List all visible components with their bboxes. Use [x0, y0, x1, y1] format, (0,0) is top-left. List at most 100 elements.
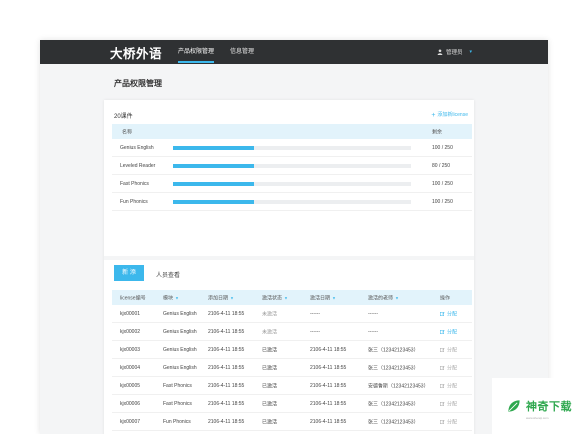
usage-progress-fill	[173, 182, 254, 186]
course-row: Fun Phonics 100 / 250	[112, 193, 472, 211]
usage-progress-fill	[173, 200, 254, 204]
license-added-date: 2106-4-11 18:55	[208, 400, 245, 407]
license-module: Genius English	[163, 310, 197, 317]
license-teacher: 张三（12342123453）	[368, 419, 419, 425]
course-remaining: 100 / 250	[432, 180, 453, 187]
license-code: kjx00004	[120, 364, 141, 371]
watermark: 神奇下载 www.shenqi.com	[492, 378, 586, 434]
header-remaining: 剩余	[432, 129, 443, 135]
course-table: 名称 剩余 Genius English 100 / 250 Leveled Rea…	[112, 124, 472, 211]
sort-down-icon: ▼	[395, 295, 399, 300]
header-status[interactable]: 激活状态 ▼	[262, 294, 288, 301]
course-name: Fast Phonics	[120, 180, 149, 187]
assign-label: 分配	[447, 347, 458, 353]
watermark-url: www.shenqi.com	[526, 416, 549, 420]
license-code: kjx00001	[120, 310, 141, 317]
nav-tab-product-permissions[interactable]: 产品权限管理	[178, 46, 215, 63]
sort-down-icon: ▼	[332, 295, 336, 300]
license-row: kjx00003 Genius English 2106-4-11 18:55 已激活…	[112, 341, 472, 359]
assign-button[interactable]: 分配	[440, 418, 457, 425]
new-tab-button[interactable]: 新 添	[114, 265, 144, 281]
usage-progress-bar	[173, 164, 411, 168]
course-row: Genius English 100 / 250	[112, 139, 472, 157]
plus-icon: +	[431, 112, 436, 119]
header-name: 名称	[122, 129, 133, 135]
license-module: Fast Phonics	[163, 382, 192, 389]
edit-icon	[440, 383, 445, 388]
user-name: 管理员	[445, 50, 463, 56]
course-remaining: 100 / 250	[432, 144, 453, 151]
license-status: 已激活	[262, 401, 278, 407]
license-teacher: ------	[368, 328, 378, 335]
nav-tab-info-management[interactable]: 信息管理	[230, 46, 254, 55]
license-table-header: license编号 模块 ▼ 添加日期 ▼ 激活状态 ▼ 激活日期 ▼ 激活的老师 ▼ 操…	[112, 290, 472, 305]
license-added-date: 2106-4-11 18:55	[208, 364, 245, 371]
license-activated-date: 2106-4-11 18:55	[310, 364, 347, 371]
license-activated-date: 2106-4-11 18:55	[310, 382, 347, 389]
assign-button[interactable]: 分配	[440, 400, 457, 407]
header-teacher[interactable]: 激活的老师 ▼	[368, 294, 399, 301]
license-row: kjx00002 Genius English 2106-4-11 18:55 未激活…	[112, 323, 472, 341]
assign-label: 分配	[447, 365, 458, 371]
user-menu[interactable]: 管理员 ▾	[437, 48, 472, 56]
license-activated-date: 2106-4-11 18:55	[310, 418, 347, 425]
header-activated-date[interactable]: 激活日期 ▼	[310, 294, 336, 301]
app-window: 大桥外语 产品权限管理 信息管理 管理员 ▾ 产品权限管理 20课件 + 添加新l…	[40, 40, 548, 434]
page-title: 产品权限管理	[114, 79, 162, 88]
license-code: kjx00005	[120, 382, 141, 389]
course-row: Fast Phonics 100 / 250	[112, 175, 472, 193]
license-status: 未激活	[262, 329, 278, 335]
header-module[interactable]: 模块 ▼	[163, 294, 179, 301]
usage-progress-fill	[173, 164, 254, 168]
edit-icon	[440, 329, 445, 334]
license-added-date: 2106-4-11 18:55	[208, 346, 245, 353]
assign-label: 分配	[447, 401, 458, 407]
license-added-date: 2106-4-11 18:55	[208, 418, 245, 425]
header-added-date[interactable]: 添加日期 ▼	[208, 294, 234, 301]
assign-label: 分配	[447, 383, 458, 389]
course-remaining: 80 / 250	[432, 162, 451, 169]
assign-label: 分配	[447, 329, 458, 335]
license-row: kjx00007 Fun Phonics 2106-4-11 18:55 已激活 210…	[112, 413, 472, 431]
course-name: Genius English	[120, 144, 154, 151]
edit-icon	[440, 365, 445, 370]
license-status: 已激活	[262, 419, 278, 425]
license-code: kjx00002	[120, 328, 141, 335]
license-row: kjx00006 Fast Phonics 2106-4-11 18:55 已激活 21…	[112, 395, 472, 413]
add-license-link[interactable]: + 添加新license	[431, 111, 468, 119]
license-row: kjx00005 Fast Phonics 2106-4-11 18:55 已激活 21…	[112, 377, 472, 395]
license-code: kjx00003	[120, 346, 141, 353]
assign-button[interactable]: 分配	[440, 346, 457, 353]
edit-icon	[440, 401, 445, 406]
usage-progress-bar	[173, 200, 411, 204]
add-license-label: 添加新license	[437, 112, 468, 118]
chevron-down-icon: ▾	[469, 49, 472, 55]
license-status: 已激活	[262, 383, 278, 389]
license-module: Genius English	[163, 364, 197, 371]
assign-button[interactable]: 分配	[440, 310, 457, 317]
license-code: kjx00007	[120, 418, 141, 425]
license-module: Fast Phonics	[163, 400, 192, 407]
course-remaining: 100 / 250	[432, 198, 453, 205]
license-status: 未激活	[262, 311, 278, 317]
header-license-code: license编号	[120, 295, 146, 301]
sort-down-icon: ▼	[284, 295, 288, 300]
license-added-date: 2106-4-11 18:55	[208, 328, 245, 335]
license-status: 已激活	[262, 347, 278, 353]
user-icon	[437, 49, 443, 55]
license-teacher: 张三（12342123453）	[368, 401, 419, 407]
usage-progress-bar	[173, 182, 411, 186]
course-name: Leveled Reader	[120, 162, 156, 169]
assign-button[interactable]: 分配	[440, 364, 457, 371]
license-activated-date: 2106-4-11 18:55	[310, 346, 347, 353]
watermark-text: 神奇下载	[526, 401, 572, 413]
usage-progress-bar	[173, 146, 411, 150]
license-row: kjx00001 Genius English 2106-4-11 18:55 未激活…	[112, 305, 472, 323]
leaf-logo-icon	[508, 400, 520, 412]
license-code: kjx00006	[120, 400, 141, 407]
assign-button[interactable]: 分配	[440, 328, 457, 335]
license-teacher: 张三（12342123453）	[368, 347, 419, 353]
people-view-tab[interactable]: 人员查看	[156, 270, 180, 279]
assign-button[interactable]: 分配	[440, 382, 457, 389]
course-count: 20课件	[114, 114, 133, 120]
